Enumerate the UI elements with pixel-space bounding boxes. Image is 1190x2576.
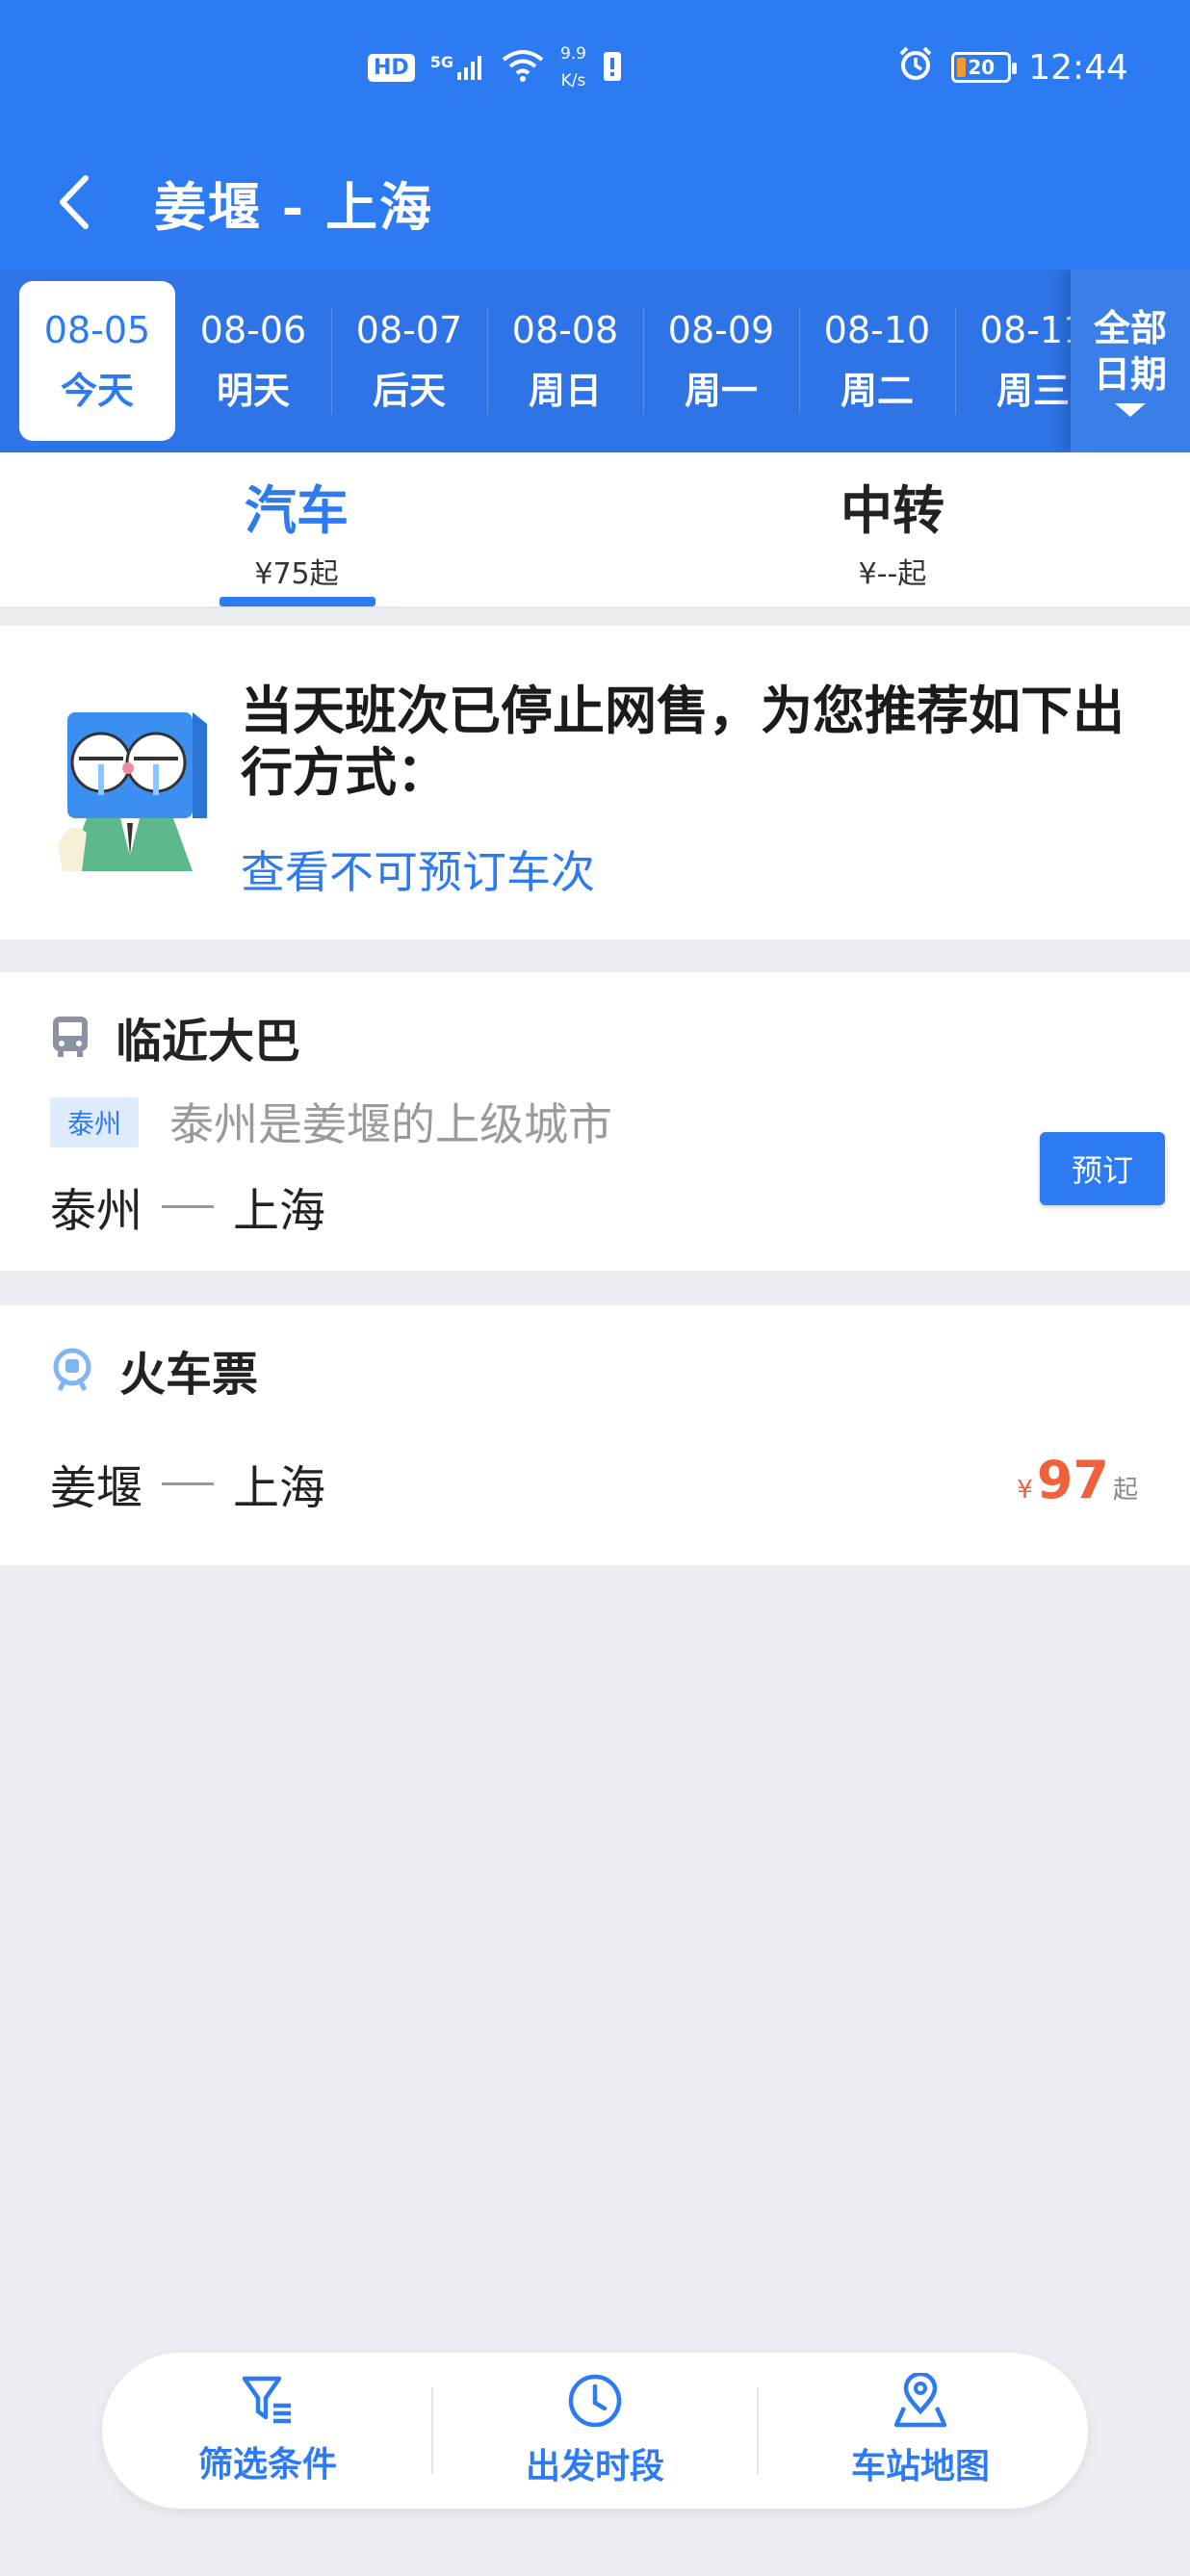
clock-icon bbox=[568, 2374, 622, 2428]
signal-5g-icon: 5G bbox=[430, 53, 485, 82]
page: HD 5G 9.9 K/s 20 12:44 姜堰 - 上海 08-05 今天 … bbox=[0, 0, 1190, 2576]
date-weekday: 周三 bbox=[996, 369, 1070, 412]
hd-badge: HD bbox=[368, 53, 415, 82]
no-tickets-notice: 当天班次已停止网售，为您推荐如下出行方式： 查看不可预订车次 bbox=[0, 626, 1190, 940]
date-item-0809[interactable]: 08-09 周一 bbox=[643, 281, 799, 441]
nearby-bus-route[interactable]: 泰州 上海 bbox=[50, 1172, 325, 1240]
station-map-button[interactable]: 车站地图 bbox=[757, 2353, 1084, 2509]
route-to: 上海 bbox=[233, 1461, 326, 1515]
date-item-0810[interactable]: 08-10 周二 bbox=[799, 281, 955, 441]
date-number: 08-06 bbox=[199, 308, 307, 351]
all-dates-button[interactable]: 全部 日期 bbox=[1071, 270, 1190, 452]
5g-label: 5G bbox=[429, 53, 453, 71]
date-weekday: 周一 bbox=[684, 369, 758, 412]
price-suffix: 起 bbox=[1112, 1476, 1138, 1505]
route-from: 泰州 bbox=[50, 1184, 143, 1238]
caret-down-icon bbox=[1115, 403, 1146, 417]
sim-alert-icon bbox=[602, 48, 623, 87]
date-item-0805[interactable]: 08-05 今天 bbox=[19, 281, 175, 441]
city-note: 泰州是姜堰的上级城市 bbox=[169, 1098, 612, 1150]
date-item-0808[interactable]: 08-08 周日 bbox=[487, 281, 643, 441]
all-dates-label-2: 日期 bbox=[1093, 353, 1167, 396]
date-number: 08-07 bbox=[355, 308, 463, 351]
route-from: 姜堰 bbox=[50, 1461, 143, 1515]
date-weekday: 后天 bbox=[372, 369, 446, 412]
net-speed-unit: K/s bbox=[560, 71, 586, 90]
date-weekday: 明天 bbox=[216, 369, 290, 412]
train-route: 姜堰 上海 bbox=[50, 1450, 325, 1517]
bottom-action-bar: 筛选条件 出发时段 车站地图 bbox=[102, 2353, 1088, 2509]
all-dates-label-1: 全部 bbox=[1093, 307, 1167, 349]
status-network: HD 5G 9.9 K/s bbox=[368, 37, 623, 98]
alarm-clock-icon bbox=[897, 45, 934, 90]
map-pin-icon bbox=[893, 2373, 947, 2428]
transport-tabs: 汽车 ¥75起 中转 ¥--起 bbox=[0, 452, 1190, 608]
nearby-bus-card: 临近大巴 泰州 泰州是姜堰的上级城市 泰州 上海 预订 bbox=[0, 972, 1190, 1271]
title-row: 姜堰 - 上海 bbox=[0, 135, 1190, 270]
date-weekday: 周二 bbox=[840, 369, 914, 412]
tab-transfer-price: ¥--起 bbox=[858, 556, 927, 591]
view-unbookable-link[interactable]: 查看不可预订车次 bbox=[241, 837, 595, 901]
battery-icon: 20 bbox=[951, 52, 1018, 83]
train-header: 火车票 bbox=[50, 1334, 258, 1405]
route-arrow-icon bbox=[162, 1204, 215, 1208]
tab-bus-price: ¥75起 bbox=[254, 556, 339, 591]
route-to: 上海 bbox=[233, 1184, 326, 1238]
date-weekday: 今天 bbox=[60, 369, 134, 412]
chevron-left-icon bbox=[60, 175, 89, 229]
notice-message: 当天班次已停止网售，为您推荐如下出行方式： bbox=[241, 680, 1125, 803]
tab-transfer-title: 中转 bbox=[841, 478, 944, 541]
active-tab-indicator bbox=[220, 597, 375, 606]
back-button[interactable] bbox=[39, 167, 108, 237]
date-list: 08-05 今天 08-06 明天 08-07 后天 08-08 周日 08-0… bbox=[19, 281, 1111, 441]
battery-percent: 20 bbox=[968, 56, 996, 79]
route-arrow-icon bbox=[162, 1481, 215, 1485]
price-currency: ¥ bbox=[1017, 1476, 1033, 1505]
filter-icon bbox=[242, 2376, 291, 2424]
sad-mascot-icon bbox=[58, 712, 207, 871]
clock-time: 12:44 bbox=[1028, 47, 1128, 88]
status-right: 20 12:44 bbox=[897, 37, 1128, 98]
train-price: ¥ 97 起 bbox=[1017, 1450, 1138, 1510]
departure-time-label: 出发时段 bbox=[525, 2446, 664, 2486]
date-number: 08-08 bbox=[511, 308, 619, 351]
train-ticket-card[interactable]: 火车票 姜堰 上海 ¥ 97 起 bbox=[0, 1305, 1190, 1565]
train-title: 火车票 bbox=[119, 1348, 259, 1402]
tab-bus-title: 汽车 bbox=[245, 478, 349, 541]
date-item-0806[interactable]: 08-06 明天 bbox=[175, 281, 331, 441]
date-weekday: 周日 bbox=[528, 369, 602, 412]
page-title: 姜堰 - 上海 bbox=[154, 175, 434, 238]
filter-label: 筛选条件 bbox=[197, 2444, 337, 2485]
net-speed: 9.9 K/s bbox=[560, 40, 586, 94]
bus-icon bbox=[53, 1017, 88, 1057]
train-icon bbox=[53, 1348, 91, 1392]
station-map-label: 车站地图 bbox=[850, 2446, 990, 2486]
date-number: 08-10 bbox=[823, 308, 931, 351]
status-bar: HD 5G 9.9 K/s 20 12:44 bbox=[0, 0, 1190, 135]
wifi-icon bbox=[501, 48, 545, 87]
date-item-0807[interactable]: 08-07 后天 bbox=[331, 281, 487, 441]
filter-button[interactable]: 筛选条件 bbox=[104, 2353, 431, 2509]
tab-transfer[interactable]: 中转 ¥--起 bbox=[595, 452, 1190, 606]
departure-time-button[interactable]: 出发时段 bbox=[431, 2353, 759, 2509]
price-value: 97 bbox=[1036, 1450, 1109, 1510]
nearby-bus-title: 临近大巴 bbox=[116, 1015, 301, 1069]
date-strip: 08-05 今天 08-06 明天 08-07 后天 08-08 周日 08-0… bbox=[0, 270, 1190, 452]
date-number: 08-09 bbox=[667, 308, 775, 351]
net-speed-value: 9.9 bbox=[559, 44, 586, 64]
city-tag: 泰州 bbox=[50, 1097, 140, 1147]
date-number: 08-05 bbox=[43, 308, 151, 351]
book-button[interactable]: 预订 bbox=[1040, 1132, 1165, 1205]
nearby-bus-header: 临近大巴 bbox=[50, 1001, 300, 1072]
